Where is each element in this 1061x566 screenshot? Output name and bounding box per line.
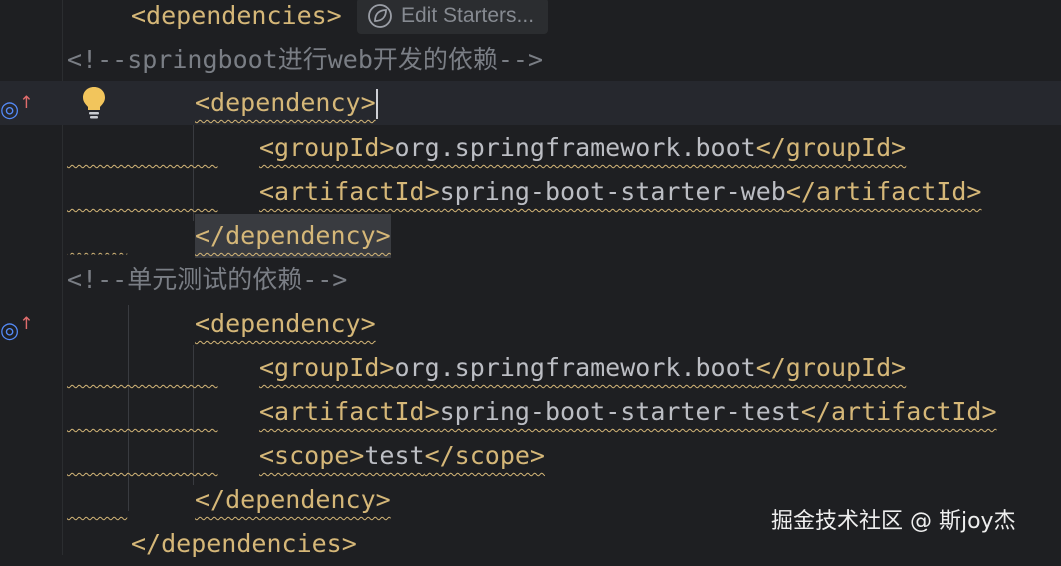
code-line: <artifactId>spring-boot-starter-test</ar…: [0, 390, 1061, 434]
edit-starters-label: Edit Starters...: [401, 4, 535, 27]
code-line: </dependency>: [0, 214, 1061, 258]
code-line-current: ◎↑ <dependency>: [0, 81, 1061, 125]
xml-element[interactable]: <scope>test</scope>: [259, 434, 545, 478]
text-caret: [375, 89, 378, 119]
xml-value: spring-boot-starter-test: [439, 397, 801, 426]
warning-underline: [67, 126, 218, 170]
warning-underline: [67, 170, 218, 214]
xml-element[interactable]: <artifactId>spring-boot-starter-web</art…: [259, 170, 981, 214]
xml-open-tag: <groupId>: [259, 133, 395, 162]
xml-open-tag: <scope>: [259, 441, 365, 470]
target-up-arrow-icon[interactable]: ◎↑: [0, 88, 34, 122]
target-up-arrow-icon[interactable]: ◎↑: [0, 309, 34, 343]
xml-tag[interactable]: <dependency>: [195, 81, 378, 125]
code-line: <!--单元测试的依赖-->: [0, 258, 1061, 302]
xml-value: org.springframework.boot: [394, 353, 756, 382]
xml-value: test: [364, 441, 425, 470]
xml-element[interactable]: <artifactId>spring-boot-starter-test</ar…: [259, 390, 997, 434]
xml-close-tag: </artifactId>: [785, 177, 982, 206]
xml-element[interactable]: <groupId>org.springframework.boot</group…: [259, 346, 906, 390]
xml-open-tag: <groupId>: [259, 353, 395, 382]
xml-value: spring-boot-starter-web: [439, 177, 786, 206]
xml-close-tag: </groupId>: [755, 353, 907, 382]
xml-tag-matched[interactable]: </dependency>: [195, 214, 391, 258]
xml-tag[interactable]: <dependencies>: [131, 0, 342, 38]
code-line: <groupId>org.springframework.boot</group…: [0, 126, 1061, 170]
warning-underline: [67, 434, 218, 478]
warning-underline: [67, 346, 218, 390]
xml-open-tag: <artifactId>: [259, 397, 440, 426]
code-line: ◎↑ <dependency>: [0, 302, 1061, 346]
xml-open-tag: <artifactId>: [259, 177, 440, 206]
warning-underline: [67, 390, 218, 434]
code-line: <!--springboot进行web开发的依赖-->: [0, 38, 1061, 82]
watermark: 掘金技术社区 @ 斯joy杰: [771, 509, 1016, 534]
warning-underline: [67, 478, 127, 522]
code-line: <scope>test</scope>: [0, 434, 1061, 478]
xml-tag-text: <dependency>: [195, 88, 376, 117]
xml-close-tag: </artifactId>: [800, 397, 997, 426]
xml-close-tag: </groupId>: [755, 133, 907, 162]
xml-value: org.springframework.boot: [394, 133, 756, 162]
spring-leaf-icon: [368, 4, 392, 28]
warning-underline: [67, 214, 127, 258]
xml-tag[interactable]: <dependency>: [195, 302, 376, 346]
xml-comment[interactable]: <!--springboot进行web开发的依赖-->: [67, 38, 543, 82]
xml-comment[interactable]: <!--单元测试的依赖-->: [67, 258, 347, 302]
xml-element[interactable]: <groupId>org.springframework.boot</group…: [259, 126, 906, 170]
xml-close-tag: </scope>: [424, 441, 545, 470]
xml-tag[interactable]: </dependency>: [195, 478, 391, 522]
code-line: <groupId>org.springframework.boot</group…: [0, 346, 1061, 390]
xml-tag[interactable]: </dependencies>: [131, 522, 357, 566]
code-line: <artifactId>spring-boot-starter-web</art…: [0, 170, 1061, 214]
edit-starters-inlay[interactable]: Edit Starters...: [357, 0, 549, 34]
lightbulb-icon[interactable]: [80, 85, 108, 121]
